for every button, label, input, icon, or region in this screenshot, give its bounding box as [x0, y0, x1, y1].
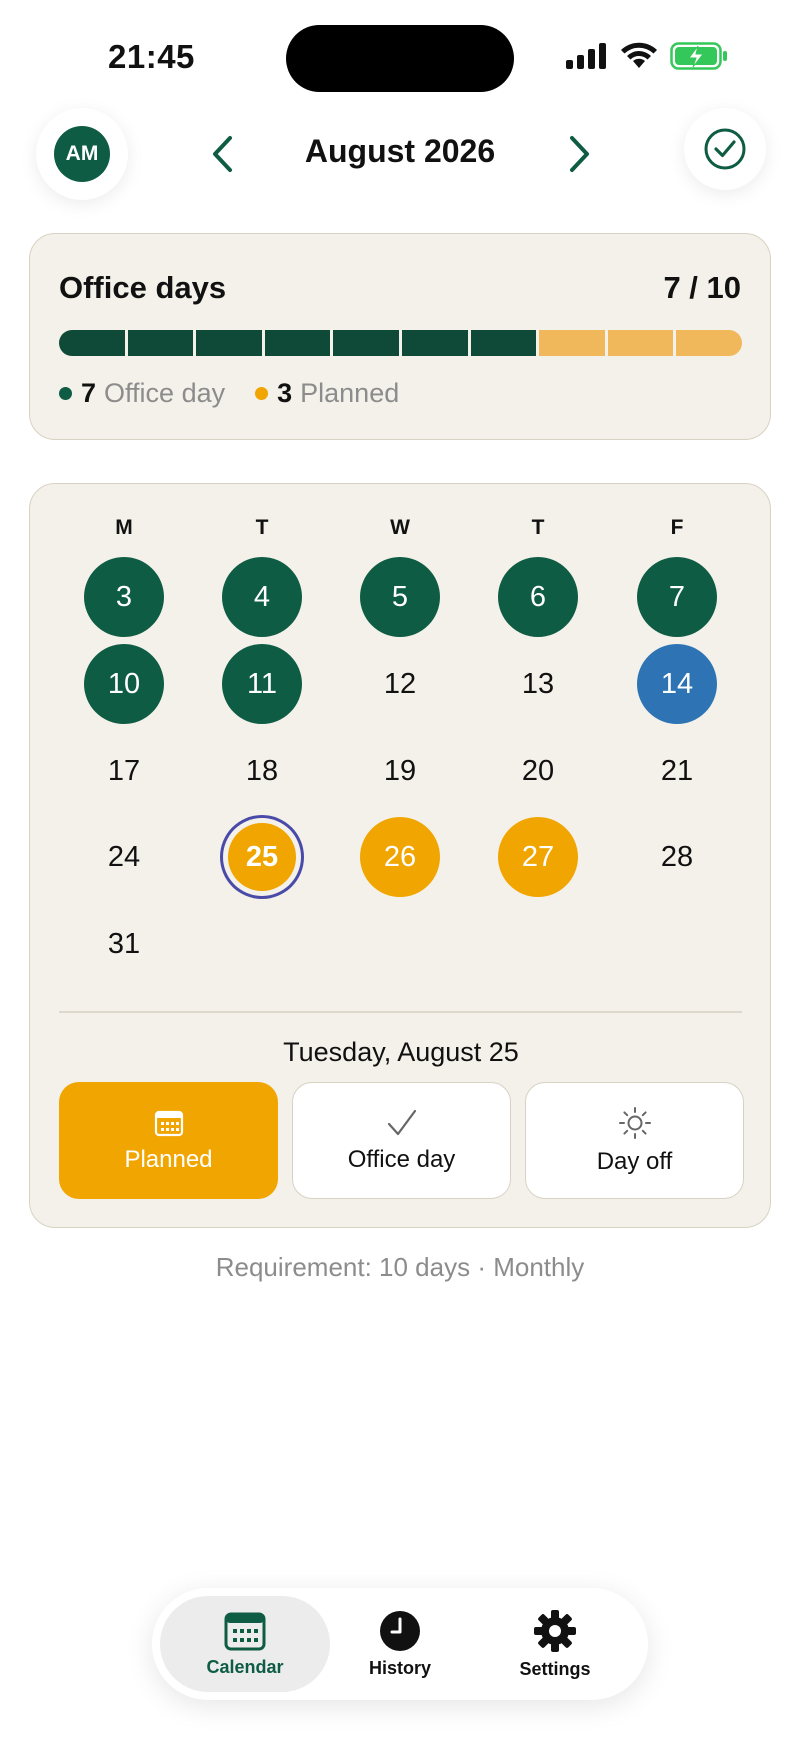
tab-history[interactable]: History [315, 1596, 485, 1692]
selected-date-label: Tuesday, August 25 [283, 1037, 519, 1067]
status-time: 21:45 [108, 38, 195, 75]
tab-calendar[interactable]: Calendar [160, 1596, 330, 1692]
calendar-divider [59, 1011, 742, 1013]
checkmark-icon [387, 1109, 416, 1135]
day-off-button-label: Day off [596, 1147, 673, 1175]
tab-calendar-label: Calendar [206, 1656, 284, 1677]
calendar-card: M T W T F 3 4 5 6 7 10 11 12 13 14 17 18 19 20 21 24 25 2… [29, 483, 771, 1228]
office-legend-dot [59, 387, 72, 400]
calendar-day[interactable]: 4 [222, 557, 302, 637]
calendar-day[interactable]: 27 [498, 817, 578, 897]
planned-legend-dot [255, 387, 269, 400]
weekday-friday: F [670, 516, 684, 539]
calendar-day[interactable]: 12 [360, 644, 440, 724]
clock-icon [380, 1610, 420, 1651]
calendar-icon [154, 1110, 183, 1136]
calendar-icon [224, 1612, 266, 1650]
weekday-thursday: T [531, 516, 545, 539]
mark-day-off-button[interactable]: Day off [525, 1082, 744, 1199]
office-day-button-label: Office day [347, 1145, 456, 1173]
chevron-right-icon [570, 136, 589, 172]
progress-segment-office [59, 330, 125, 356]
calendar-day[interactable]: 10 [84, 644, 164, 724]
summary-count: 7 / 10 [663, 270, 741, 305]
progress-segment-office [401, 330, 468, 356]
status-icons [566, 42, 728, 70]
summary-title: Office days [59, 270, 227, 305]
progress-segment-office [196, 330, 262, 356]
office-legend-label: Office day [104, 378, 226, 408]
mark-office-day-button[interactable]: Office day [292, 1082, 511, 1199]
check-circle-icon [704, 128, 746, 170]
sun-icon [618, 1106, 651, 1139]
progress-segment-office [470, 330, 537, 356]
battery-charging-icon [670, 42, 727, 70]
weekday-tuesday: T [255, 516, 269, 539]
weekday-wednesday: W [390, 516, 410, 539]
progress-segment-office [264, 330, 331, 356]
planned-button-label: Planned [124, 1145, 213, 1173]
calendar-day[interactable]: 26 [360, 817, 440, 897]
calendar-day[interactable]: 6 [498, 557, 578, 637]
calendar-day[interactable]: 20 [498, 731, 578, 811]
progress-segment-planned [539, 330, 605, 356]
calendar-day[interactable]: 18 [222, 731, 302, 811]
avatar: AM [54, 126, 110, 182]
progress-segment-office [127, 330, 194, 356]
summary-legend: 7 Office day 3 Planned [59, 378, 429, 409]
calendar-day[interactable]: 3 [84, 557, 164, 637]
calendar-day[interactable]: 24 [84, 817, 164, 897]
progress-segment-planned [607, 330, 674, 356]
previous-month-button[interactable] [200, 130, 244, 178]
office-days-summary: Office days 7 / 10 7 Office day 3 Planne… [29, 233, 771, 440]
calendar-day[interactable]: 28 [637, 817, 717, 897]
confirm-button[interactable] [684, 108, 766, 190]
planned-legend-count: 3 [277, 378, 293, 408]
planned-legend-label: Planned [300, 378, 400, 408]
tab-settings-label: Settings [519, 1658, 591, 1679]
month-title: August 2026 [304, 133, 496, 169]
calendar-day[interactable]: 11 [222, 644, 302, 724]
chevron-left-icon [213, 136, 232, 172]
app-screen: 21:45 AM August 2026 Office days 7 / 10 … [0, 0, 800, 1738]
wifi-icon [621, 42, 657, 68]
dynamic-island [286, 25, 514, 92]
calendar-day[interactable]: 17 [84, 731, 164, 811]
next-month-button[interactable] [558, 130, 602, 178]
tab-bar: Calendar History Settings [152, 1588, 648, 1700]
office-days-progress-bar [59, 330, 742, 356]
calendar-day[interactable]: 14 [637, 644, 717, 724]
requirement-text: Requirement: 10 days · Monthly [215, 1252, 585, 1282]
mark-planned-button[interactable]: Planned [59, 1082, 278, 1199]
calendar-day[interactable]: 25 [228, 823, 296, 891]
office-legend-count: 7 [81, 378, 97, 408]
signal-icon [566, 43, 606, 69]
calendar-day[interactable]: 31 [84, 904, 164, 984]
profile-button[interactable]: AM [36, 108, 128, 200]
calendar-day[interactable]: 7 [637, 557, 717, 637]
calendar-day[interactable]: 5 [360, 557, 440, 637]
progress-segment-office [333, 330, 399, 356]
weekday-monday: M [115, 516, 133, 539]
status-bar: 21:45 [0, 0, 800, 110]
calendar-day[interactable]: 13 [498, 644, 578, 724]
tab-settings[interactable]: Settings [470, 1596, 640, 1692]
calendar-day[interactable]: 19 [360, 731, 440, 811]
gear-icon [534, 1609, 576, 1652]
tab-history-label: History [368, 1657, 431, 1678]
calendar-day[interactable]: 21 [637, 731, 717, 811]
progress-segment-planned [676, 330, 742, 356]
